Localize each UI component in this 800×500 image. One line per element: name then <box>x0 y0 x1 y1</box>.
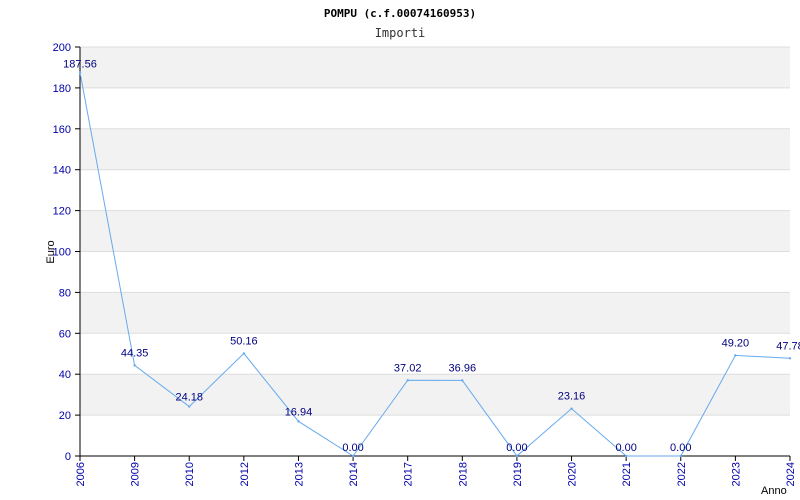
x-tick-label: 2021 <box>621 462 633 486</box>
chart-title: POMPU (c.f.00074160953) <box>324 7 476 20</box>
data-point <box>351 454 355 458</box>
y-tick-label: 0 <box>65 451 71 463</box>
data-label: 50.16 <box>230 335 258 347</box>
y-tick-label: 120 <box>53 206 71 218</box>
data-point <box>734 354 737 357</box>
data-label: 16.94 <box>285 406 313 418</box>
data-label: 187.56 <box>63 58 97 70</box>
x-tick-labels: 2006 2009 2010 2012 2013 2014 2017 2018 2019 2020… <box>75 462 797 486</box>
y-tick-label: 180 <box>53 83 71 95</box>
data-label: 0.00 <box>506 442 527 454</box>
x-tick-label: 2012 <box>239 462 251 486</box>
x-tick-label: 2020 <box>567 462 579 486</box>
data-point <box>570 407 573 410</box>
chart-subtitle: Importi <box>375 26 426 40</box>
x-tick-label: 2024 <box>785 462 797 486</box>
data-label: 47.78 <box>776 340 800 352</box>
y-tick-label: 60 <box>59 328 71 340</box>
data-label: 44.35 <box>121 347 149 359</box>
data-point <box>679 454 682 458</box>
data-point <box>515 454 519 458</box>
grid-bands <box>80 47 790 416</box>
data-point <box>297 420 300 423</box>
data-label: 23.16 <box>558 391 586 403</box>
data-label: 24.18 <box>175 392 203 404</box>
x-tick-label: 2018 <box>457 462 469 486</box>
data-point <box>406 379 409 382</box>
x-tick-label: 2006 <box>75 462 87 486</box>
data-point <box>624 454 628 458</box>
x-tick-label: 2023 <box>730 462 742 486</box>
data-label: 0.00 <box>670 442 691 454</box>
x-tick-label: 2009 <box>130 462 142 486</box>
data-point <box>78 71 82 74</box>
grid-band <box>80 292 790 334</box>
y-tick-label: 40 <box>59 369 71 381</box>
data-point <box>461 379 464 382</box>
data-point <box>788 357 792 360</box>
data-point <box>188 405 191 408</box>
data-label: 49.20 <box>722 337 750 349</box>
x-tick-label: 2022 <box>676 462 688 486</box>
data-label: 0.00 <box>342 442 363 454</box>
y-tick-label: 80 <box>59 287 71 299</box>
y-tick-label: 140 <box>53 165 71 177</box>
data-point <box>242 352 246 355</box>
line-chart: POMPU (c.f.00074160953) Importi 0 20 40 60 8… <box>45 7 800 497</box>
x-tick-label: 2017 <box>403 462 415 486</box>
y-tick-label: 160 <box>53 124 71 136</box>
grid-band <box>80 210 790 252</box>
y-tick-label: 200 <box>53 42 71 54</box>
data-label: 36.96 <box>449 362 477 374</box>
x-axis-label: Anno <box>761 485 787 497</box>
x-tick-label: 2014 <box>348 462 360 486</box>
data-point <box>133 364 136 367</box>
grid-band <box>80 47 790 88</box>
grid-band <box>80 128 790 170</box>
x-tick-label: 2019 <box>512 462 524 486</box>
data-label: 37.02 <box>394 362 422 374</box>
y-tick-label: 20 <box>59 410 71 422</box>
data-label: 0.00 <box>615 442 636 454</box>
x-tick-label: 2013 <box>293 462 305 486</box>
y-axis-label: Euro <box>45 240 57 263</box>
x-tick-label: 2010 <box>184 462 196 486</box>
